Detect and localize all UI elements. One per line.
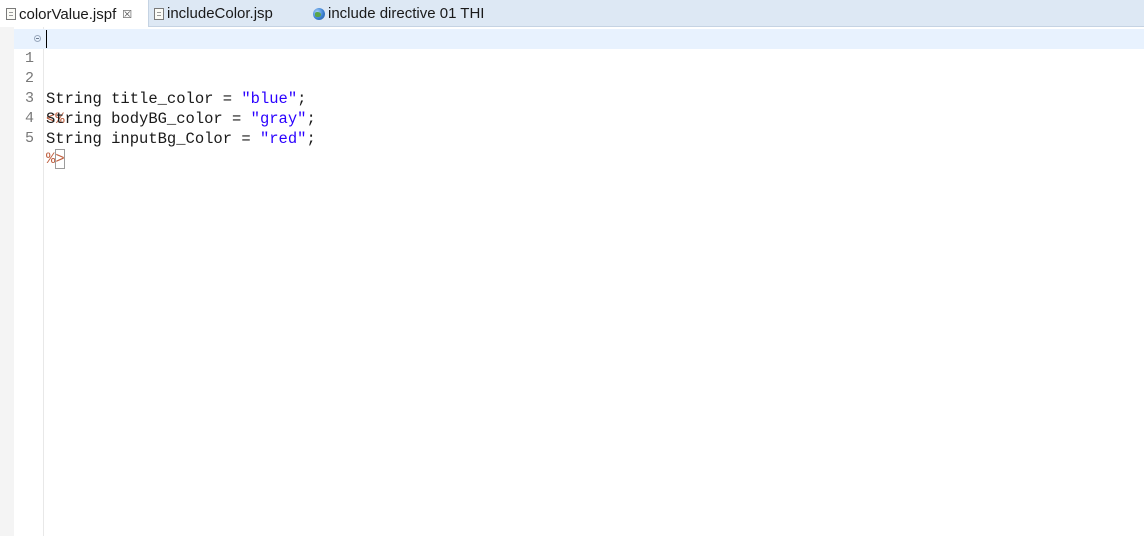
jsp-close-percent: % [46, 150, 56, 168]
string-literal: "red" [259, 130, 307, 148]
jsp-file-icon [154, 7, 164, 20]
tab-label: includeColor.jsp [167, 5, 273, 22]
fold-collapse-icon[interactable] [34, 35, 41, 42]
tab-includecolor-jsp[interactable]: includeColor.jsp [154, 0, 273, 27]
code-text: String inputBg_Color = "red"; [46, 129, 316, 149]
tab-label: include directive 01 THI [328, 5, 485, 22]
line-number: 5 [24, 130, 34, 147]
semicolon: ; [306, 130, 316, 148]
overview-ruler [0, 27, 14, 536]
jsp-file-icon [6, 8, 16, 20]
jsp-close-bracket: > [55, 149, 65, 169]
code-line[interactable]: 4 String inputBg_Color = "red"; [14, 89, 1144, 148]
tab-colorvalue-jspf[interactable]: colorValue.jspf ☒ [0, 0, 149, 28]
variable-decl: inputBg_Color = [101, 130, 260, 148]
text-caret [46, 30, 47, 48]
type-keyword: String [46, 130, 102, 148]
tab-label: colorValue.jspf [19, 5, 117, 23]
globe-icon [313, 7, 325, 20]
code-line[interactable]: 2 String title_color = "blue"; [14, 49, 1144, 108]
editor-tab-bar: colorValue.jspf ☒ includeColor.jsp inclu… [0, 0, 1144, 28]
code-text: %> [46, 149, 65, 169]
close-icon[interactable]: ☒ [122, 8, 132, 21]
code-line[interactable]: 3 String bodyBG_color = "gray"; [14, 69, 1144, 128]
tab-include-directive[interactable]: include directive 01 THI [313, 0, 484, 27]
code-line[interactable]: 5 %> [14, 109, 1144, 169]
code-editor[interactable]: 1 <% 2 String title_color = "blue"; 3 St… [0, 27, 1144, 536]
code-line[interactable]: 1 <% [14, 29, 1144, 128]
